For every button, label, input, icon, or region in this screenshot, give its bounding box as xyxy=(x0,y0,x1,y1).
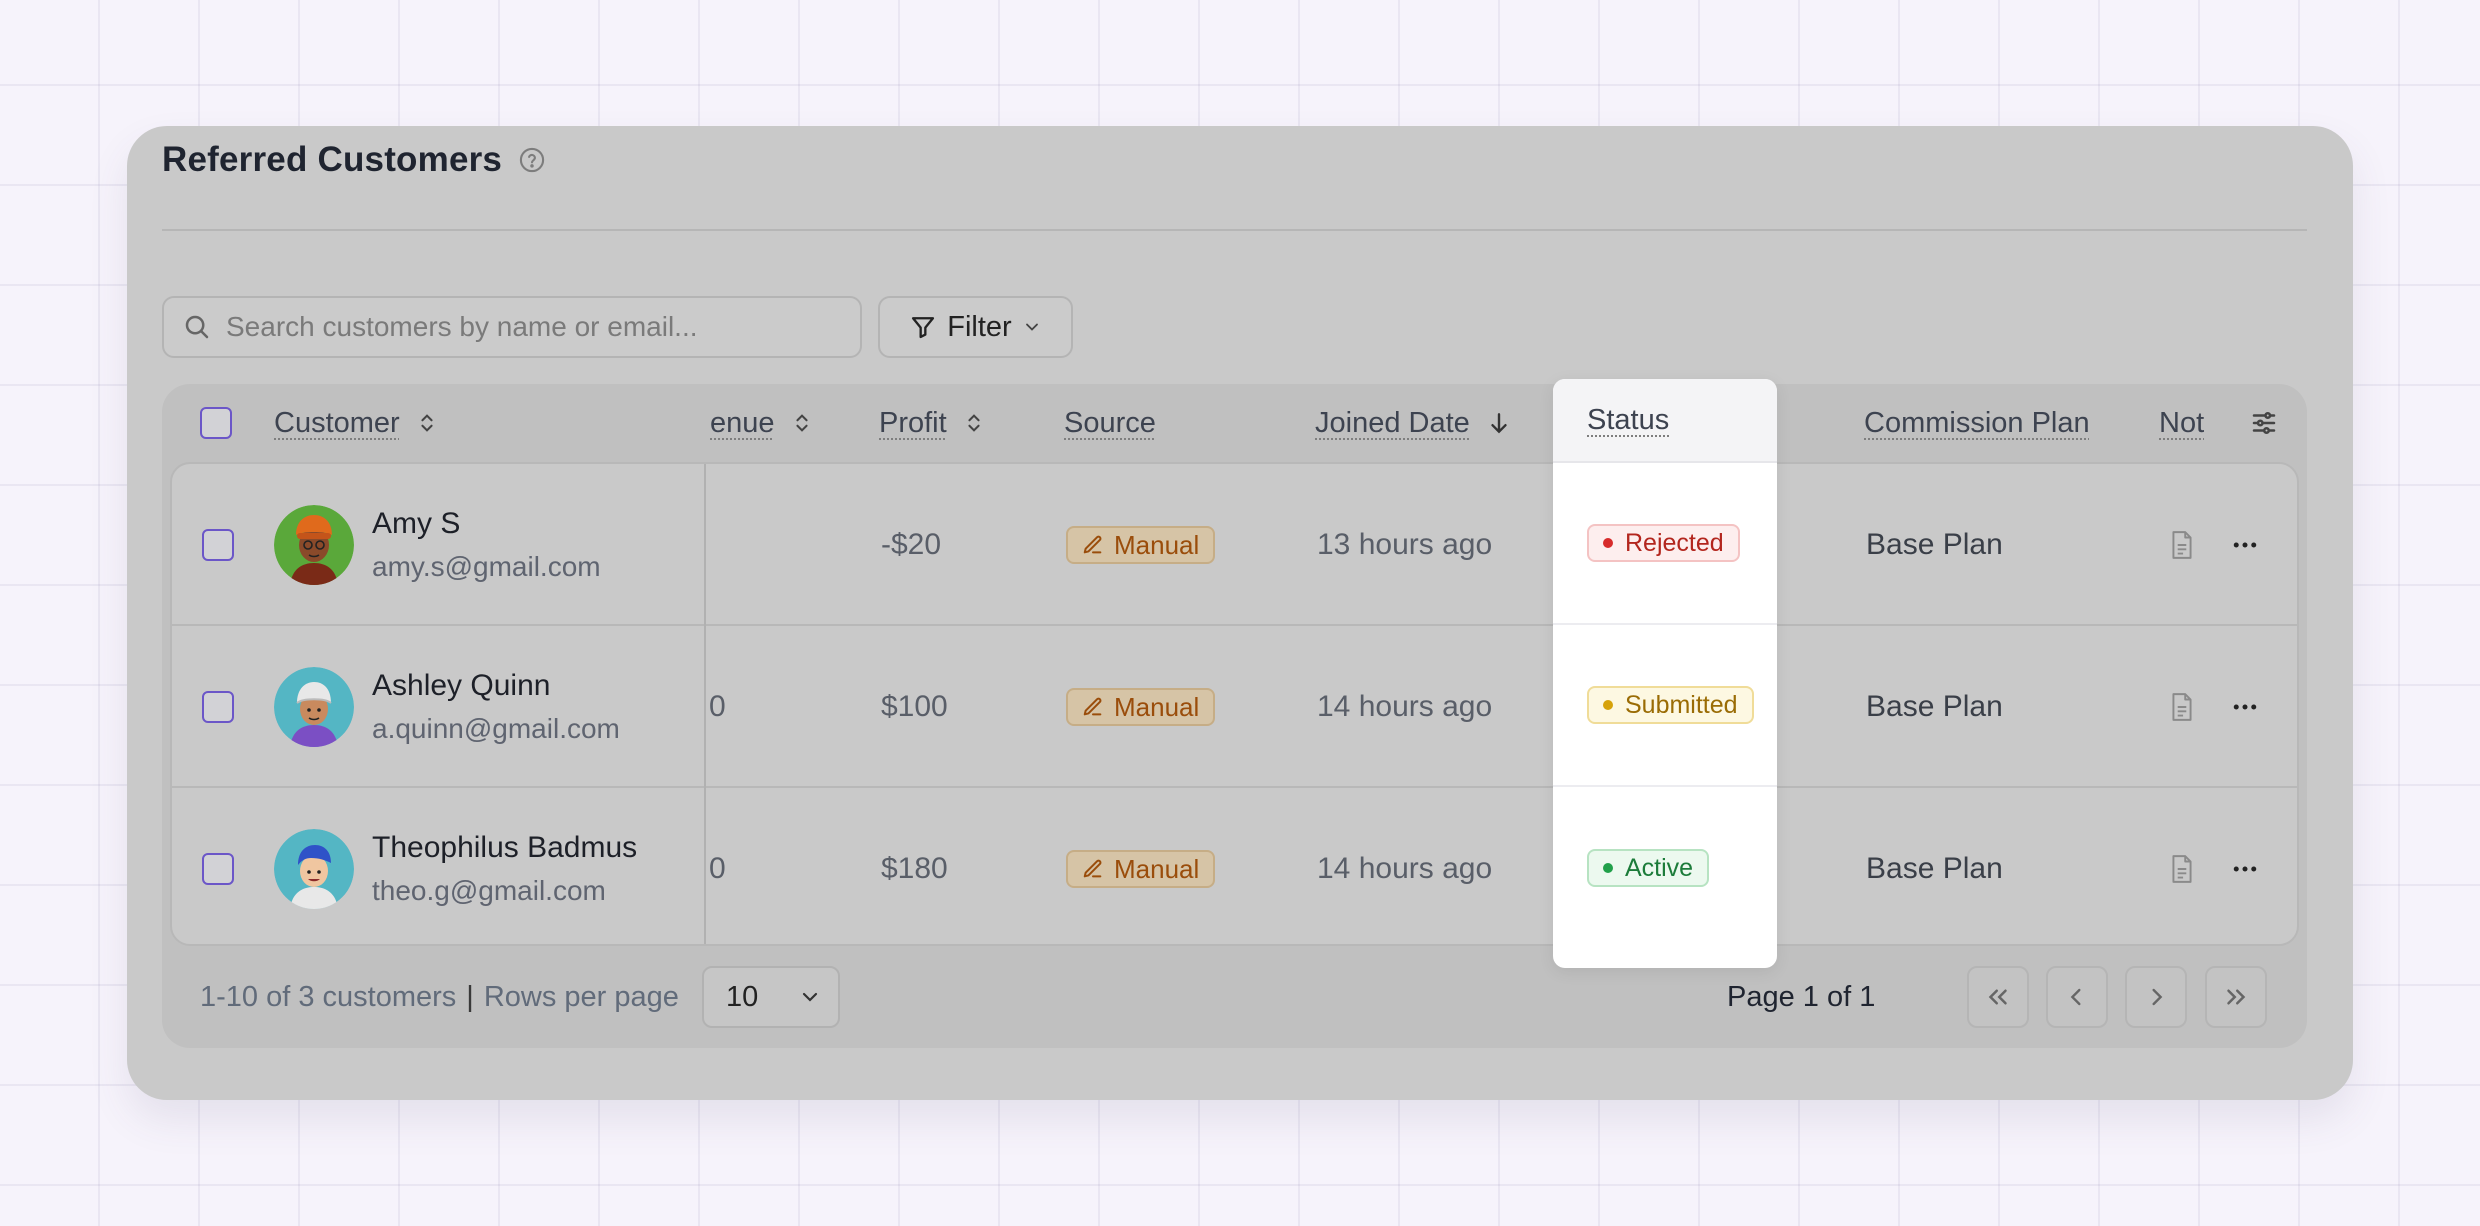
status-label: Submitted xyxy=(1625,690,1738,719)
chevron-down-icon xyxy=(803,992,818,1002)
commission-cell: Base Plan xyxy=(1866,852,2003,885)
last-page-icon xyxy=(2227,989,2246,1005)
status-cell: Active xyxy=(1553,787,1777,949)
sort-icon[interactable] xyxy=(416,410,438,436)
column-commission-label: Commission Plan xyxy=(1864,406,2090,439)
status-cell: Rejected xyxy=(1553,463,1777,625)
status-label: Rejected xyxy=(1625,528,1724,557)
column-source-label: Source xyxy=(1064,406,1156,439)
status-cell: Submitted xyxy=(1553,625,1777,787)
sort-icon[interactable] xyxy=(791,410,813,436)
column-source[interactable]: Source xyxy=(1064,384,1156,462)
column-status[interactable]: Status xyxy=(1553,379,1777,463)
status-dot xyxy=(1603,700,1613,710)
column-profit-label: Profit xyxy=(879,406,947,439)
document-icon[interactable] xyxy=(2169,692,2195,722)
arrow-down-icon[interactable] xyxy=(1486,410,1512,436)
range-text: 1-10 of 3 customers xyxy=(200,980,457,1013)
rows-per-page-label: Rows per page xyxy=(483,980,679,1013)
table-footer: 1-10 of 3 customers | Rows per page 10 P… xyxy=(162,946,2307,1048)
commission-cell: Base Plan xyxy=(1866,528,2003,561)
more-icon[interactable] xyxy=(2230,692,2260,722)
next-page-icon xyxy=(2152,988,2163,1006)
more-icon[interactable] xyxy=(2230,530,2260,560)
status-column-highlight: Status Rejected Submitted Active xyxy=(1553,379,1777,968)
edit-icon xyxy=(1083,535,1102,554)
status-label: Active xyxy=(1625,853,1694,882)
select-all-cell xyxy=(200,384,232,462)
column-customer-label: Customer xyxy=(274,406,400,439)
revenue-cell: 0 xyxy=(709,852,726,885)
prev-page-icon xyxy=(2070,988,2081,1006)
first-page-button[interactable] xyxy=(1967,966,2029,1028)
status-badge: Rejected xyxy=(1587,524,1740,562)
last-page-button[interactable] xyxy=(2205,966,2267,1028)
table-header: Customer enue Profit Source Joined Date … xyxy=(162,384,2307,462)
source-badge: Manual xyxy=(1066,850,1216,888)
pagination-summary: 1-10 of 3 customers | Rows per page xyxy=(200,946,679,1048)
status-badge: Submitted xyxy=(1587,686,1754,724)
header-divider xyxy=(162,229,2307,231)
source-label: Manual xyxy=(1114,853,1200,884)
status-dot xyxy=(1603,538,1613,548)
status-dot xyxy=(1603,863,1613,873)
column-notes[interactable]: Not xyxy=(2159,384,2207,462)
settings-sliders-icon[interactable] xyxy=(2249,408,2279,438)
column-revenue[interactable]: enue xyxy=(710,384,813,462)
card-title: Referred Customers xyxy=(162,140,503,179)
profit-cell: $180 xyxy=(881,852,948,885)
edit-icon xyxy=(1083,697,1102,716)
card-header: Referred Customers xyxy=(162,140,546,180)
joined-cell: 14 hours ago xyxy=(1317,690,1493,723)
footer-separator: | xyxy=(466,980,474,1013)
source-label: Manual xyxy=(1114,691,1200,722)
column-commission-plan[interactable]: Commission Plan xyxy=(1864,384,2090,462)
search-icon xyxy=(185,315,209,339)
select-all-checkbox[interactable] xyxy=(200,407,232,439)
revenue-cell: 0 xyxy=(709,690,726,723)
column-joined-label: Joined Date xyxy=(1315,406,1470,439)
prev-page-button[interactable] xyxy=(2046,966,2108,1028)
joined-cell: 13 hours ago xyxy=(1317,528,1493,561)
filter-icon xyxy=(912,317,935,339)
chevron-down-icon xyxy=(1025,323,1038,331)
more-icon[interactable] xyxy=(2230,854,2260,884)
column-profit[interactable]: Profit xyxy=(879,384,985,462)
source-badge: Manual xyxy=(1066,526,1216,564)
profit-cell: $100 xyxy=(881,690,948,723)
sticky-customer-column xyxy=(172,464,706,944)
customers-table: Customer enue Profit Source Joined Date … xyxy=(162,384,2307,1048)
first-page-icon xyxy=(1988,989,2007,1005)
column-status-label: Status xyxy=(1587,403,1670,436)
commission-cell: Base Plan xyxy=(1866,690,2003,723)
filter-label: Filter xyxy=(947,310,1012,343)
column-customer[interactable]: Customer xyxy=(274,384,438,462)
source-label: Manual xyxy=(1114,529,1200,560)
document-icon[interactable] xyxy=(2169,854,2195,884)
column-settings[interactable] xyxy=(2233,384,2279,462)
column-joined-date[interactable]: Joined Date xyxy=(1315,384,1512,462)
help-circle-icon[interactable] xyxy=(518,146,546,174)
status-badge: Active xyxy=(1587,849,1710,887)
document-icon[interactable] xyxy=(2169,530,2195,560)
rows-per-page-select[interactable]: 10 xyxy=(702,966,840,1028)
search-box[interactable] xyxy=(162,296,862,358)
rows-per-page-value: 10 xyxy=(726,980,759,1013)
column-revenue-label: enue xyxy=(710,406,775,439)
next-page-button[interactable] xyxy=(2125,966,2187,1028)
column-notes-label: Not xyxy=(2159,406,2205,439)
sort-icon[interactable] xyxy=(963,410,985,436)
source-badge: Manual xyxy=(1066,688,1216,726)
profit-cell: -$20 xyxy=(881,528,942,561)
referred-customers-card: Referred Customers Filter Customer enue xyxy=(127,126,2353,1100)
edit-icon xyxy=(1083,859,1102,878)
table-body: Amy S amy.s@gmail.com -$20 Manual 13 hou… xyxy=(170,462,2299,946)
search-input[interactable] xyxy=(226,311,826,343)
joined-cell: 14 hours ago xyxy=(1317,852,1493,885)
filter-button[interactable]: Filter xyxy=(878,296,1073,358)
